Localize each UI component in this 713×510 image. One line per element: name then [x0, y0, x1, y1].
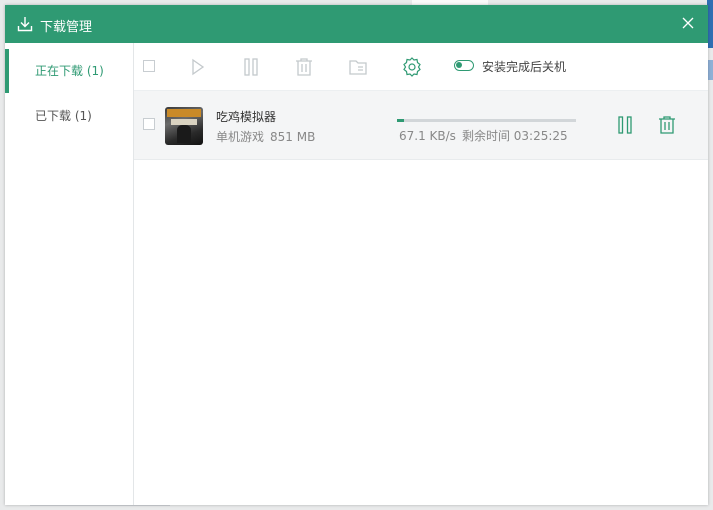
row-pause-icon[interactable]	[615, 115, 635, 135]
game-size: 851 MB	[270, 130, 316, 144]
settings-gear-icon[interactable]	[401, 56, 423, 78]
delete-icon[interactable]	[293, 56, 315, 78]
thumbnail-figure	[177, 125, 191, 143]
download-icon	[17, 17, 33, 32]
row-delete-icon[interactable]	[657, 115, 677, 135]
sidebar: 正在下载 (1) 已下载 (1)	[5, 43, 134, 505]
progress-bar	[397, 119, 576, 122]
title-bar: 下载管理	[5, 5, 708, 43]
game-name: 吃鸡模拟器	[216, 110, 277, 124]
auto-shutdown-toggle[interactable]	[454, 60, 474, 71]
download-status: 67.1 KB/s 剩余时间 03:25:25	[399, 127, 568, 144]
main-panel: 安装完成后关机 吃鸡模拟器 单机游戏 851 MB 67.1 KB/s 剩余时间 0…	[134, 43, 708, 505]
remaining-time: 剩余时间 03:25:25	[461, 129, 568, 143]
pause-icon[interactable]	[240, 56, 262, 78]
auto-shutdown-label: 安装完成后关机	[482, 60, 567, 74]
row-checkbox[interactable]	[143, 118, 155, 130]
download-speed: 67.1 KB/s	[399, 129, 456, 143]
toolbar: 安装完成后关机	[134, 43, 708, 91]
folder-icon[interactable]	[347, 56, 369, 78]
sidebar-item-downloading[interactable]: 正在下载 (1)	[5, 49, 133, 93]
game-category: 单机游戏	[216, 130, 265, 144]
start-icon[interactable]	[186, 56, 208, 78]
close-icon[interactable]	[678, 13, 698, 33]
background-divider	[30, 505, 170, 506]
sidebar-item-downloaded[interactable]: 已下载 (1)	[5, 94, 133, 138]
download-row: 吃鸡模拟器 单机游戏 851 MB 67.1 KB/s 剩余时间 03:25:25	[134, 91, 708, 160]
progress-fill	[397, 119, 405, 122]
thumbnail-banner	[167, 109, 201, 117]
game-meta: 单机游戏 851 MB	[216, 128, 315, 145]
download-manager-window: 下载管理 正在下载 (1) 已下载 (1) 安装完成后关机 吃鸡模拟器 单机游戏…	[5, 5, 708, 505]
game-thumbnail	[165, 107, 203, 145]
toggle-knob	[456, 62, 462, 68]
window-title: 下载管理	[40, 20, 93, 35]
select-all-checkbox[interactable]	[143, 60, 155, 72]
